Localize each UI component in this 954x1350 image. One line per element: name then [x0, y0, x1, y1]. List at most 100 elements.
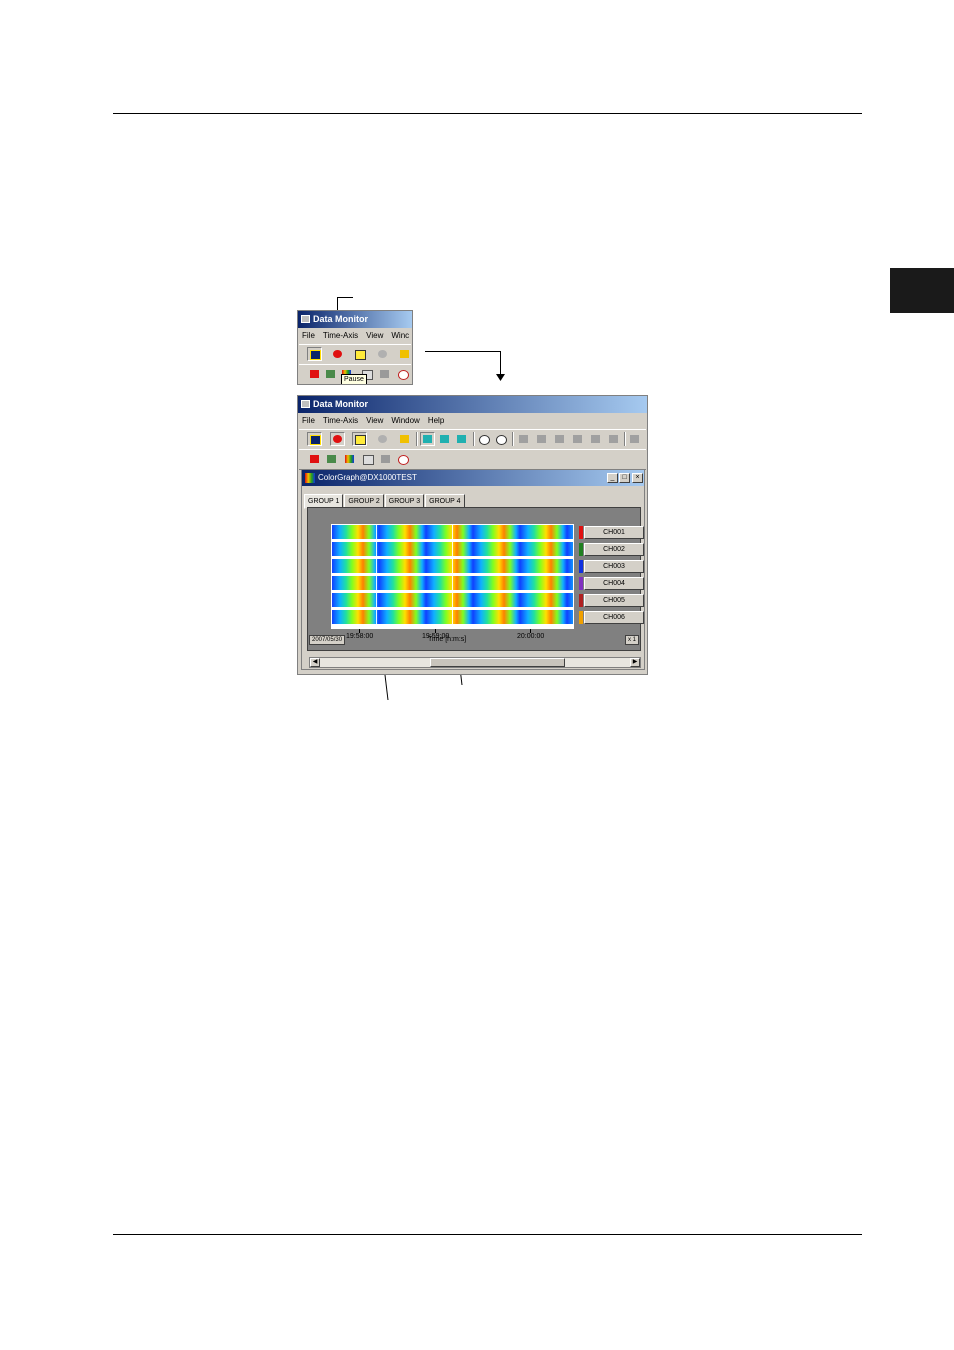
bars4-button[interactable]	[606, 432, 621, 446]
channel-label[interactable]: CH005	[584, 594, 644, 607]
connect-button[interactable]	[307, 432, 322, 446]
channel-color-bar	[579, 594, 583, 607]
tape-button[interactable]	[352, 347, 367, 361]
zoom-out-icon	[496, 435, 507, 445]
time-cursor[interactable]	[376, 524, 377, 629]
pause-icon	[333, 350, 342, 358]
channel-label[interactable]: CH001	[584, 526, 644, 539]
zoom-box[interactable]: x 1	[625, 635, 640, 645]
scroll-thumb[interactable]	[430, 658, 565, 667]
toolbar-separator	[624, 432, 626, 446]
channel-label[interactable]: CH003	[584, 560, 644, 573]
zoom-in-button[interactable]	[476, 432, 491, 446]
channel-label[interactable]: CH002	[584, 543, 644, 556]
menu-window[interactable]: Window	[387, 413, 423, 428]
zoom-label: x 1	[628, 637, 637, 643]
digital-button[interactable]	[360, 452, 375, 466]
bars-button[interactable]	[552, 432, 567, 446]
meter-icon	[398, 455, 409, 465]
colorgraph-panel: CH001 CH002 CH003 CH004 CH005 CH006 19:58:00 1…	[307, 507, 644, 651]
main-toolbar-row2	[299, 449, 646, 470]
channel-color-bar	[579, 526, 583, 539]
zoom-fit-button[interactable]	[420, 432, 435, 446]
spark-button[interactable]	[397, 432, 412, 446]
colorgraph-plot	[331, 524, 574, 629]
channel-label[interactable]: CH004	[584, 577, 644, 590]
chapter-tab	[890, 268, 954, 313]
meter-icon	[398, 370, 409, 380]
menu-time-axis[interactable]: Time-Axis	[319, 413, 362, 428]
lightning-icon	[310, 435, 321, 445]
scroll-right-arrow-icon[interactable]: ▶	[630, 658, 640, 667]
bars-icon	[609, 435, 618, 443]
spark-icon	[400, 350, 409, 358]
tab-group-3[interactable]: GROUP 3	[384, 494, 425, 508]
date-box: 2007/05/30	[309, 635, 346, 645]
alarm-button[interactable]	[307, 367, 322, 381]
maximize-button[interactable]: □	[619, 473, 630, 483]
tab-group-4[interactable]: GROUP 4	[425, 494, 465, 508]
menu-help[interactable]: Help	[424, 413, 448, 428]
record-button[interactable]	[375, 432, 390, 446]
tab-group-2[interactable]: GROUP 2	[344, 494, 384, 508]
cursor-b-button[interactable]	[534, 432, 549, 446]
channel-label[interactable]: CH006	[584, 611, 644, 624]
scroll-left-arrow-icon[interactable]: ◀	[310, 658, 320, 667]
menu-file[interactable]: File	[298, 413, 319, 428]
cursor-a-button[interactable]	[516, 432, 531, 446]
leader-line	[337, 297, 353, 298]
channel-color-bar	[579, 577, 583, 590]
horizontal-scrollbar[interactable]: ◀ ▶	[309, 657, 641, 668]
close-button[interactable]: ×	[632, 473, 643, 483]
bars-icon	[573, 435, 582, 443]
menu-time-axis[interactable]: Time-Axis	[319, 328, 362, 343]
monitor-icon	[301, 400, 310, 408]
table-icon	[363, 455, 374, 465]
alarm-button[interactable]	[307, 452, 322, 466]
scroll-left-button[interactable]	[437, 432, 452, 446]
menu-view[interactable]: View	[362, 328, 387, 343]
overview-button[interactable]	[377, 367, 392, 381]
minimize-button[interactable]: _	[607, 473, 618, 483]
bars-icon	[591, 435, 600, 443]
bottom-rule	[113, 1234, 862, 1235]
menu-view[interactable]: View	[362, 413, 387, 428]
scroll-right-button[interactable]	[454, 432, 469, 446]
main-title-bar: Data Monitor	[298, 396, 647, 413]
bars3-button[interactable]	[588, 432, 603, 446]
small-menubar: File Time-Axis View Winc	[298, 328, 412, 343]
toolbar-separator	[512, 432, 514, 446]
connect-button[interactable]	[307, 347, 322, 361]
scroll-right-icon	[457, 435, 466, 443]
pause-tooltip: Pause	[341, 374, 367, 384]
lightning-icon	[310, 350, 321, 360]
trend-button[interactable]	[323, 367, 338, 381]
meter-button[interactable]	[395, 452, 410, 466]
pause-button[interactable]	[330, 432, 345, 446]
overview-icon	[381, 455, 390, 463]
trend-button[interactable]	[324, 452, 339, 466]
bars2-button[interactable]	[570, 432, 585, 446]
trend-icon	[326, 370, 335, 378]
colorgraph-button[interactable]	[342, 452, 357, 466]
colorgraph-icon	[305, 473, 315, 483]
trend-icon	[327, 455, 336, 463]
spark-icon	[400, 435, 409, 443]
tape-button[interactable]	[352, 432, 367, 446]
expand-button[interactable]	[627, 432, 642, 446]
menu-window[interactable]: Winc	[387, 328, 412, 343]
overview-button[interactable]	[378, 452, 393, 466]
cursor-icon	[519, 435, 528, 443]
x-tick-label: 19:58:00	[346, 633, 374, 640]
time-cursor[interactable]	[452, 524, 453, 629]
meter-button[interactable]	[395, 367, 410, 381]
spark-button[interactable]	[397, 347, 412, 361]
small-window-title: Data Monitor	[313, 314, 368, 324]
overview-icon	[380, 370, 389, 378]
toolbar-separator	[473, 432, 475, 446]
cursor-icon	[537, 435, 546, 443]
zoom-out-button[interactable]	[493, 432, 508, 446]
menu-file[interactable]: File	[298, 328, 319, 343]
record-button[interactable]	[375, 347, 390, 361]
pause-button[interactable]	[330, 347, 345, 361]
